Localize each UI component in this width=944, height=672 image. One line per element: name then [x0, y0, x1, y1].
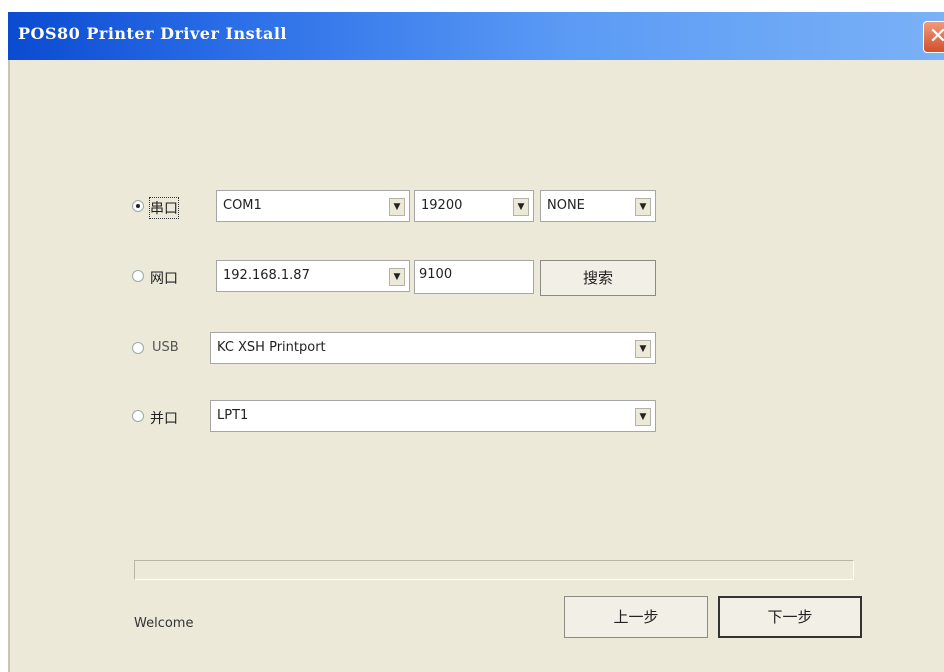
close-icon: ✕ [928, 24, 944, 49]
installer-window: POS80 Printer Driver Install ✕ 串口 COM1 ▼… [8, 12, 944, 672]
next-button-label: 下一步 [767, 608, 813, 626]
usb-radio[interactable] [132, 342, 144, 354]
title-bar[interactable]: POS80 Printer Driver Install ✕ [8, 12, 944, 60]
baud-rate-value: 19200 [421, 198, 463, 213]
chevron-down-icon[interactable]: ▼ [635, 340, 651, 358]
install-progress-bar [134, 560, 854, 580]
serial-row: 串口 COM1 ▼ 19200 ▼ NONE ▼ [10, 190, 944, 224]
previous-button[interactable]: 上一步 [564, 596, 708, 638]
usb-row: USB KC XSH Printport ▼ [10, 332, 944, 366]
parallel-port-select[interactable]: LPT1 ▼ [210, 400, 656, 432]
ip-address-select[interactable]: 192.168.1.87 ▼ [216, 260, 410, 292]
next-button[interactable]: 下一步 [718, 596, 862, 638]
close-button[interactable]: ✕ [923, 21, 944, 53]
baud-rate-select[interactable]: 19200 ▼ [414, 190, 534, 222]
network-port-field[interactable]: 9100 [414, 260, 534, 294]
network-radio[interactable] [132, 270, 144, 282]
chevron-down-icon[interactable]: ▼ [389, 198, 405, 216]
search-button-label: 搜索 [582, 269, 613, 287]
serial-port-value: COM1 [223, 198, 262, 213]
parallel-port-value: LPT1 [217, 408, 249, 423]
client-area: 串口 COM1 ▼ 19200 ▼ NONE ▼ 网口 192.168.1.87… [8, 60, 944, 672]
chevron-down-icon[interactable]: ▼ [635, 198, 651, 216]
serial-radio[interactable] [132, 200, 144, 212]
search-button[interactable]: 搜索 [540, 260, 656, 296]
chevron-down-icon[interactable]: ▼ [389, 268, 405, 286]
usb-label[interactable]: USB [152, 340, 179, 355]
usb-device-select[interactable]: KC XSH Printport ▼ [210, 332, 656, 364]
chevron-down-icon[interactable]: ▼ [635, 408, 651, 426]
parallel-radio[interactable] [132, 410, 144, 422]
previous-button-label: 上一步 [613, 608, 659, 626]
network-row: 网口 192.168.1.87 ▼ 9100 搜索 [10, 260, 944, 296]
serial-port-select[interactable]: COM1 ▼ [216, 190, 410, 222]
parity-value: NONE [547, 198, 585, 213]
parity-select[interactable]: NONE ▼ [540, 190, 656, 222]
parallel-row: 并口 LPT1 ▼ [10, 400, 944, 434]
network-port-value: 9100 [419, 267, 453, 282]
ip-address-value: 192.168.1.87 [223, 268, 310, 283]
parallel-label[interactable]: 并口 [150, 408, 178, 428]
chevron-down-icon[interactable]: ▼ [513, 198, 529, 216]
serial-label[interactable]: 串口 [149, 197, 179, 219]
window-title: POS80 Printer Driver Install [18, 24, 287, 43]
status-text: Welcome [134, 616, 194, 631]
usb-device-value: KC XSH Printport [217, 340, 326, 355]
network-label[interactable]: 网口 [150, 268, 178, 288]
